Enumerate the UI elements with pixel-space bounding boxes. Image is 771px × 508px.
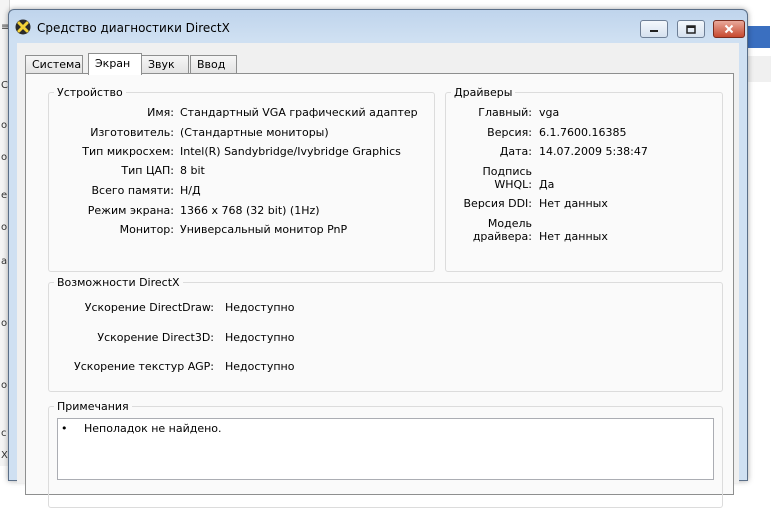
drivers-group-title: Драйверы (451, 86, 516, 99)
main-driver-label: Главный: (478, 106, 532, 119)
whql-value: Да (539, 178, 555, 191)
background-band (745, 56, 771, 82)
tab-system[interactable]: Система (25, 55, 83, 73)
agp-value: Недоступно (225, 360, 295, 373)
notes-textbox[interactable]: • Неполадок не найдено. (57, 418, 714, 480)
background-glyph: Х (1, 450, 8, 461)
chip-type-label: Тип микросхем: (82, 145, 174, 158)
directx-features-title: Возможности DirectX (54, 276, 183, 289)
dac-type-label: Тип ЦАП: (121, 164, 174, 177)
driver-model-label-line1: Модель (487, 217, 532, 230)
notes-group: Примечания • Неполадок не найдено. (48, 400, 723, 508)
total-memory-value: Н/Д (180, 184, 201, 197)
notes-title: Примечания (54, 400, 132, 413)
maximize-button[interactable] (677, 20, 705, 38)
title-bar[interactable]: Средство диагностики DirectX (9, 10, 747, 42)
monitor-label: Монитор: (119, 223, 174, 236)
ddi-version-label: Версия DDI: (463, 197, 533, 210)
display-mode-label: Режим экрана: (87, 204, 174, 217)
close-icon (724, 24, 734, 34)
dxdiag-window: Средство диагностики DirectX Система Экр… (8, 9, 748, 508)
driver-version-label: Версия: (487, 126, 532, 139)
tab-input[interactable]: Ввод (190, 55, 237, 73)
minimize-button[interactable] (640, 20, 668, 38)
close-button[interactable] (713, 20, 745, 38)
background-glyph: С (1, 80, 8, 91)
device-group: Устройство Имя: Стандартный VGA графичес… (48, 86, 435, 272)
driver-version-value: 6.1.7600.16385 (539, 126, 627, 139)
direct3d-value: Недоступно (225, 331, 295, 344)
background-glyph: е (1, 190, 8, 201)
directdraw-value: Недоступно (225, 301, 295, 314)
whql-label-line2: WHQL: (494, 178, 532, 191)
driver-date-label: Дата: (499, 145, 532, 158)
note-bullet: • (61, 422, 68, 435)
device-name-value: Стандартный VGA графический адаптер (180, 106, 418, 119)
directdraw-label: Ускорение DirectDraw: (84, 301, 214, 314)
tab-display[interactable]: Экран (88, 53, 142, 75)
total-memory-label: Всего памяти: (91, 184, 174, 197)
direct3d-label: Ускорение Direct3D: (97, 331, 214, 344)
main-driver-value: vga (539, 106, 560, 119)
window-title: Средство диагностики DirectX (37, 21, 230, 35)
background-glyph: с (1, 428, 7, 439)
dac-type-value: 8 bit (180, 164, 205, 177)
manufacturer-label: Изготовитель: (90, 126, 174, 139)
background-glyph: о (1, 318, 8, 329)
device-group-title: Устройство (54, 86, 126, 99)
background-glyph: о (1, 120, 8, 131)
manufacturer-value: (Стандартные мониторы) (180, 126, 329, 139)
chip-type-value: Intel(R) Sandybridge/Ivybridge Graphics (180, 145, 401, 158)
drivers-group: Драйверы Главный: vga Версия: 6.1.7600.1… (445, 86, 723, 272)
background-glyph: о (1, 380, 8, 391)
display-tab-panel: Устройство Имя: Стандартный VGA графичес… (25, 73, 734, 508)
monitor-value: Универсальный монитор PnP (180, 223, 348, 236)
driver-model-value: Нет данных (539, 230, 608, 243)
background-glyph: о (1, 152, 8, 163)
tab-sound[interactable]: Звук (141, 55, 189, 73)
driver-model-label-line2: драйвера: (472, 230, 532, 243)
note-item: Неполадок не найдено. (84, 422, 222, 435)
background-glyph: о (1, 222, 8, 233)
driver-date-value: 14.07.2009 5:38:47 (539, 145, 648, 158)
background-blue-block (748, 26, 770, 48)
ddi-version-value: Нет данных (539, 197, 608, 210)
agp-label: Ускорение текстур AGP: (74, 360, 214, 373)
directx-features-group: Возможности DirectX Ускорение DirectDraw… (48, 276, 723, 392)
background-app-right (745, 0, 771, 466)
maximize-icon (686, 24, 696, 34)
device-name-label: Имя: (147, 106, 174, 119)
minimize-icon (650, 30, 658, 32)
directx-x-icon (15, 19, 31, 35)
display-mode-value: 1366 x 768 (32 bit) (1Hz) (180, 204, 320, 217)
background-glyph: а (1, 256, 8, 267)
whql-label-line1: Подпись (482, 165, 532, 178)
window-client: Система Экран Звук Ввод Устройство Имя: … (17, 43, 739, 508)
